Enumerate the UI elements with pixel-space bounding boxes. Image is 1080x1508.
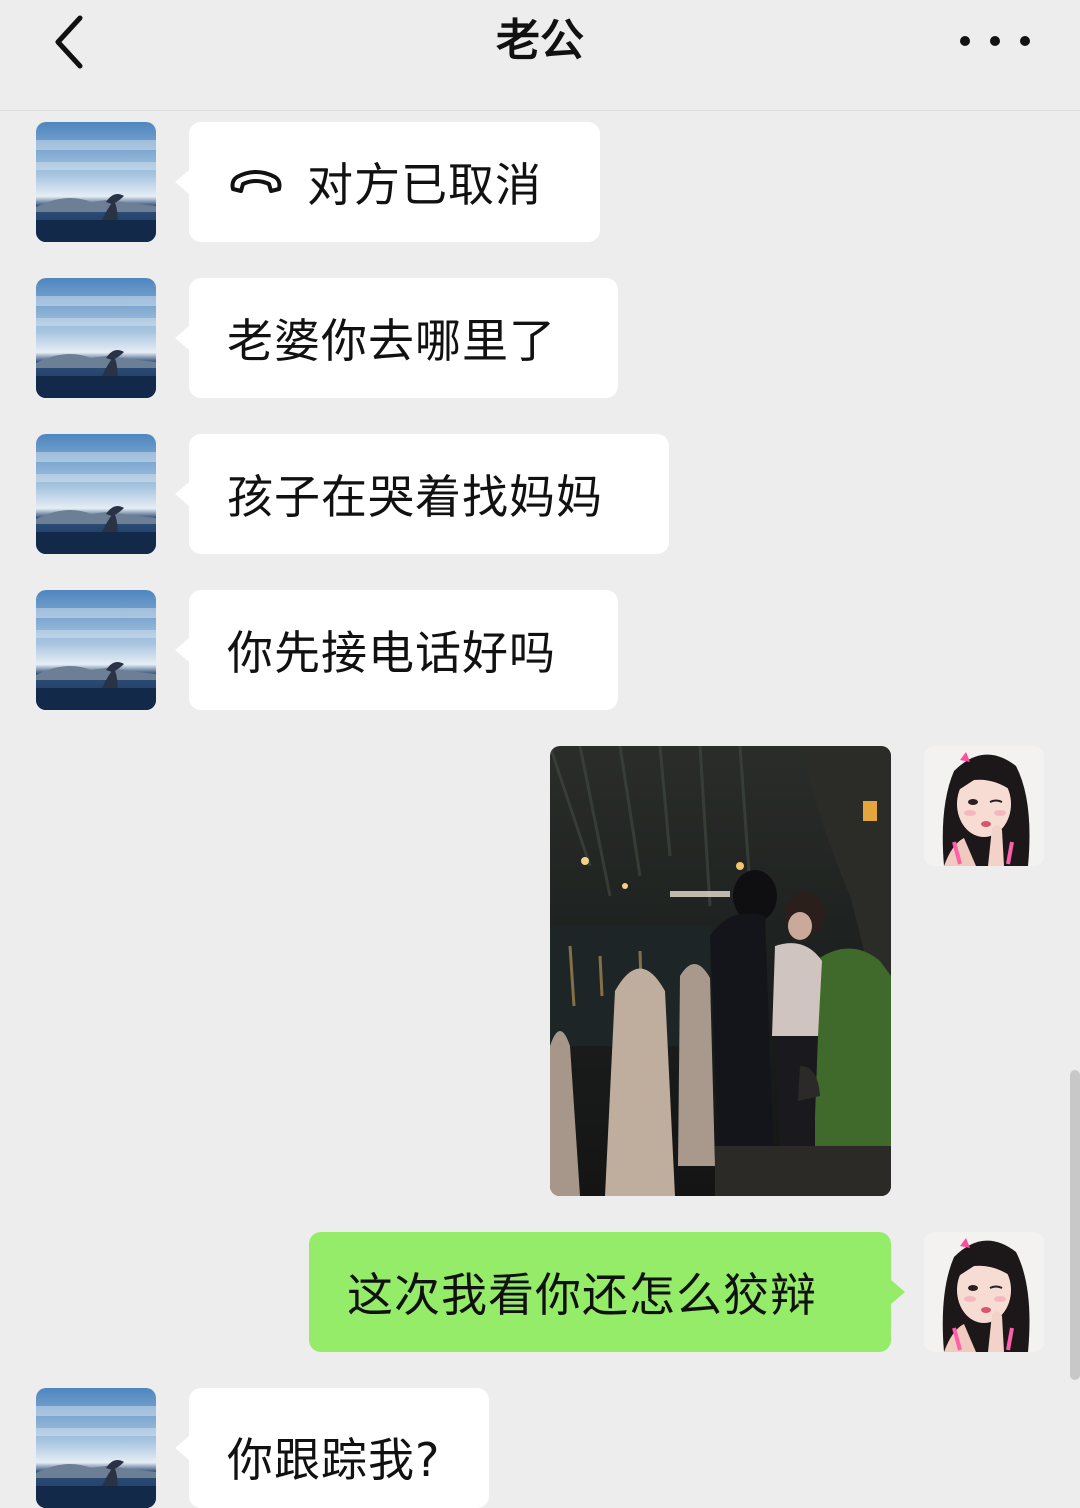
- chat-header: 老公: [0, 0, 1080, 111]
- contact-avatar[interactable]: [36, 122, 156, 242]
- contact-avatar[interactable]: [36, 278, 156, 398]
- message-bubble[interactable]: 孩子在哭着找妈妈: [175, 434, 669, 554]
- more-button[interactable]: [960, 20, 1030, 62]
- message-text: 这次我看你还怎么狡辩: [347, 1268, 817, 1322]
- my-message-bubble[interactable]: 这次我看你还怎么狡辩: [309, 1232, 905, 1352]
- message-bubble[interactable]: 老婆你去哪里了: [175, 278, 618, 398]
- scrollbar[interactable]: [1070, 1070, 1080, 1380]
- contact-avatar[interactable]: [36, 1388, 156, 1508]
- contact-avatar[interactable]: [36, 590, 156, 710]
- call-cancelled-message[interactable]: 对方已取消: [175, 122, 600, 242]
- message-bubble[interactable]: 你跟踪我?: [175, 1388, 489, 1508]
- night-street-couple-photo[interactable]: [550, 746, 891, 1196]
- message-text: 老婆你去哪里了: [227, 314, 556, 368]
- message-text: 你先接电话好吗: [227, 626, 556, 680]
- my-avatar[interactable]: [924, 746, 1044, 866]
- chat-title: 老公: [496, 15, 584, 66]
- phone-hangup-icon: [227, 167, 285, 197]
- message-text: 你跟踪我?: [227, 1433, 441, 1487]
- message-text: 对方已取消: [307, 158, 542, 212]
- message-text: 孩子在哭着找妈妈: [227, 470, 603, 524]
- my-avatar[interactable]: [924, 1232, 1044, 1352]
- contact-avatar[interactable]: [36, 434, 156, 554]
- more-dots-icon: [960, 36, 970, 46]
- message-bubble[interactable]: 你先接电话好吗: [175, 590, 618, 710]
